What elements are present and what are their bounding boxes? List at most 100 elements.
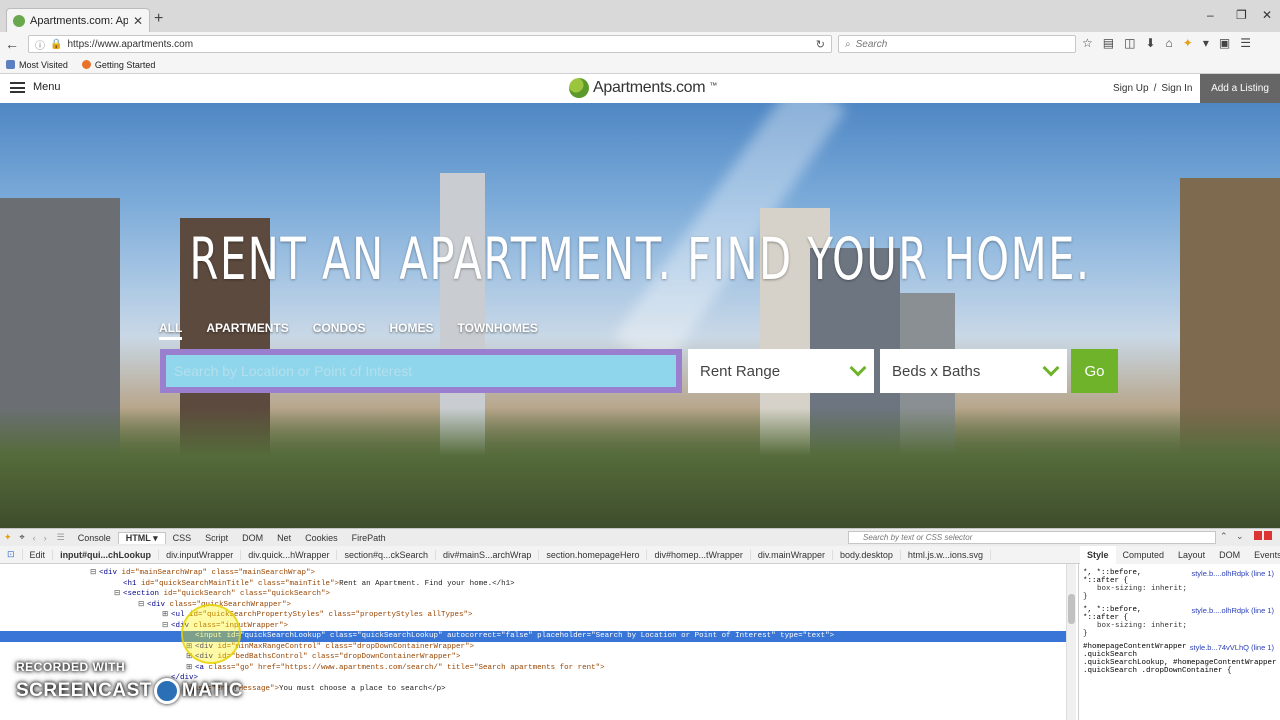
hamburger-menu-icon[interactable]: ☰	[1240, 36, 1251, 50]
inspect-icon[interactable]: ⌖	[16, 532, 29, 543]
breadcrumb-item[interactable]: body.desktop	[833, 549, 901, 560]
dom-tree-node[interactable]: <input id="quickSearchLookup" class="qui…	[0, 631, 1076, 642]
expand-icon[interactable]: ⊞	[162, 610, 171, 621]
beds-baths-dropdown[interactable]: Beds x Baths	[880, 349, 1067, 393]
url-text[interactable]: https://www.apartments.com	[67, 39, 193, 50]
collapse-icon[interactable]: ⊟	[90, 568, 99, 579]
extension-icon[interactable]: ▣	[1219, 36, 1230, 50]
back-icon[interactable]: ‹	[29, 533, 40, 543]
dom-tree-node[interactable]: ⊞ <ul id="quickSearchPropertyStyles" clas…	[0, 610, 1076, 621]
tab-townhomes[interactable]: TOWNHOMES	[457, 321, 537, 340]
collapse-icon[interactable]: ⊟	[162, 621, 171, 632]
rule-source-link[interactable]: style.b....olhRdpk (line 1)	[1191, 606, 1274, 615]
new-tab-icon[interactable]: +	[154, 10, 163, 28]
location-search-input[interactable]: Search by Location or Point of Interest	[166, 355, 676, 387]
rule-declaration[interactable]: box-sizing: inherit;	[1083, 585, 1280, 593]
firefox-icon	[81, 60, 91, 69]
devtools-tab-script[interactable]: Script	[198, 533, 235, 543]
download-icon[interactable]: ⬇	[1145, 36, 1155, 50]
bookmark-label: Most Visited	[19, 59, 68, 70]
url-bar[interactable]: ⓘ 🔒 https://www.apartments.com ↻	[28, 35, 832, 53]
devtools-tab-html[interactable]: HTML ▾	[117, 531, 166, 544]
tab-homes[interactable]: HOMES	[389, 321, 433, 340]
css-rule[interactable]: style.b....olhRdpk (line 1) *, *::before,…	[1083, 606, 1280, 638]
breadcrumb-item[interactable]: div#mainS...archWrap	[436, 549, 540, 560]
breadcrumb-item[interactable]: div.inputWrapper	[159, 549, 242, 560]
devtools-tab-net[interactable]: Net	[270, 533, 298, 543]
menu-button[interactable]: Menu	[10, 81, 61, 93]
sign-up-link[interactable]: Sign Up	[1113, 83, 1149, 94]
close-window-icon[interactable]: ✕	[1262, 8, 1272, 22]
tab-all[interactable]: ALL	[159, 321, 183, 340]
dom-tree-node[interactable]: ⊟ <div class="quickSearchWrapper">	[0, 600, 1076, 611]
rule-source-link[interactable]: style.b....olhRdpk (line 1)	[1191, 569, 1274, 578]
pocket-icon[interactable]: ◫	[1124, 36, 1135, 50]
bookmark-most-visited[interactable]: Most Visited	[6, 60, 68, 70]
breadcrumb-item[interactable]: section.homepageHero	[539, 549, 648, 560]
breadcrumb-item[interactable]: div.mainWrapper	[751, 549, 834, 560]
home-icon[interactable]: ⌂	[1166, 36, 1173, 50]
add-listing-button[interactable]: Add a Listing	[1200, 74, 1280, 103]
minimize-devtools-icon[interactable]	[1254, 531, 1262, 540]
firebug-icon[interactable]: ✦	[0, 532, 16, 543]
scrollbar-thumb[interactable]	[1068, 594, 1075, 624]
devtools-tab-console[interactable]: Console	[71, 533, 118, 543]
dom-tree-node[interactable]: ⊟ <section id="quickSearch" class="quickS…	[0, 589, 1076, 600]
devtools-tab-firepath[interactable]: FirePath	[345, 533, 393, 543]
list-icon[interactable]: ☰	[51, 532, 71, 543]
inspect-element-icon[interactable]: ⊡	[0, 549, 23, 560]
devtools-search-input[interactable]: Search by text or CSS selector	[848, 531, 1216, 544]
info-icon[interactable]: ⓘ	[35, 37, 45, 52]
side-tab-layout[interactable]: Layout	[1171, 546, 1212, 564]
chevron-down-icon[interactable]: ⌄	[1236, 531, 1244, 542]
dropdown-icon[interactable]: ▾	[1203, 36, 1209, 50]
rule-source-link[interactable]: style.b...74vVLhQ (line 1)	[1190, 643, 1274, 652]
edit-button[interactable]: Edit	[23, 549, 54, 560]
breadcrumb-item[interactable]: div.quick...hWrapper	[241, 549, 338, 560]
breadcrumb-item[interactable]: input#qui...chLookup	[53, 549, 160, 560]
browser-tab[interactable]: Apartments.com: Apartm… ✕	[6, 8, 150, 32]
close-tab-icon[interactable]: ✕	[133, 14, 143, 28]
bookmark-getting-started[interactable]: Getting Started	[81, 60, 155, 70]
screencast-logo-icon	[153, 678, 180, 704]
side-tab-dom[interactable]: DOM	[1212, 546, 1247, 564]
dom-tree-node[interactable]: ⊟ <div class="inputWrapper">	[0, 621, 1076, 632]
breadcrumb-item[interactable]: div#homep...tWrapper	[647, 549, 751, 560]
dom-tree-node[interactable]: ⊞ <div id="minMaxRangeControl" class="dro…	[0, 642, 1076, 653]
sign-in-link[interactable]: Sign In	[1161, 83, 1192, 94]
dom-tree-node[interactable]: ⊟ <div id="mainSearchWrap" class="mainSea…	[0, 568, 1076, 579]
tab-apartments[interactable]: APARTMENTS	[206, 321, 288, 340]
forward-icon[interactable]: ›	[40, 533, 51, 543]
tab-condos[interactable]: CONDOS	[313, 321, 366, 340]
collapse-icon[interactable]: ⊟	[114, 589, 123, 600]
css-rule[interactable]: style.b....olhRdpk (line 1) *, *::before,…	[1083, 569, 1280, 601]
side-tab-computed[interactable]: Computed	[1116, 546, 1172, 564]
side-tab-style[interactable]: Style ▾	[1080, 546, 1116, 578]
palm-foliage-shape	[0, 408, 1280, 528]
css-rule[interactable]: style.b...74vVLhQ (line 1) #homepageConte…	[1083, 643, 1280, 675]
firebug-icon[interactable]: ✦	[1183, 36, 1193, 50]
back-icon[interactable]: ←	[0, 36, 24, 52]
reload-icon[interactable]: ↻	[816, 38, 825, 51]
restore-icon[interactable]: ❐	[1236, 8, 1247, 22]
dom-tree-scrollbar[interactable]	[1066, 564, 1076, 720]
rent-range-dropdown[interactable]: Rent Range	[688, 349, 874, 393]
site-logo[interactable]: Apartments.com ™	[569, 78, 717, 98]
browser-search-input[interactable]: ⌕ Search	[838, 35, 1076, 53]
rule-declaration[interactable]: box-sizing: inherit;	[1083, 622, 1280, 630]
hero-section: RENT AN APARTMENT. FIND YOUR HOME. ALL A…	[0, 103, 1280, 528]
bookmark-star-icon[interactable]: ☆	[1082, 36, 1093, 50]
breadcrumb-item[interactable]: section#q...ckSearch	[337, 549, 437, 560]
breadcrumb-item[interactable]: html.js.w...ions.svg	[901, 549, 991, 560]
go-button[interactable]: Go	[1071, 349, 1118, 393]
devtools-tab-cookies[interactable]: Cookies	[298, 533, 345, 543]
collapse-icon[interactable]: ⊟	[138, 600, 147, 611]
dom-tree-node[interactable]: <h1 id="quickSearchMainTitle" class="mai…	[0, 579, 1076, 590]
chevron-up-icon[interactable]: ⌃	[1220, 531, 1228, 542]
close-devtools-icon[interactable]	[1264, 531, 1272, 540]
minimize-icon[interactable]: –	[1207, 8, 1214, 22]
devtools-tab-css[interactable]: CSS	[166, 533, 199, 543]
side-tab-events[interactable]: Events	[1247, 546, 1280, 564]
devtools-tab-dom[interactable]: DOM	[235, 533, 270, 543]
library-icon[interactable]: ▤	[1103, 36, 1114, 50]
